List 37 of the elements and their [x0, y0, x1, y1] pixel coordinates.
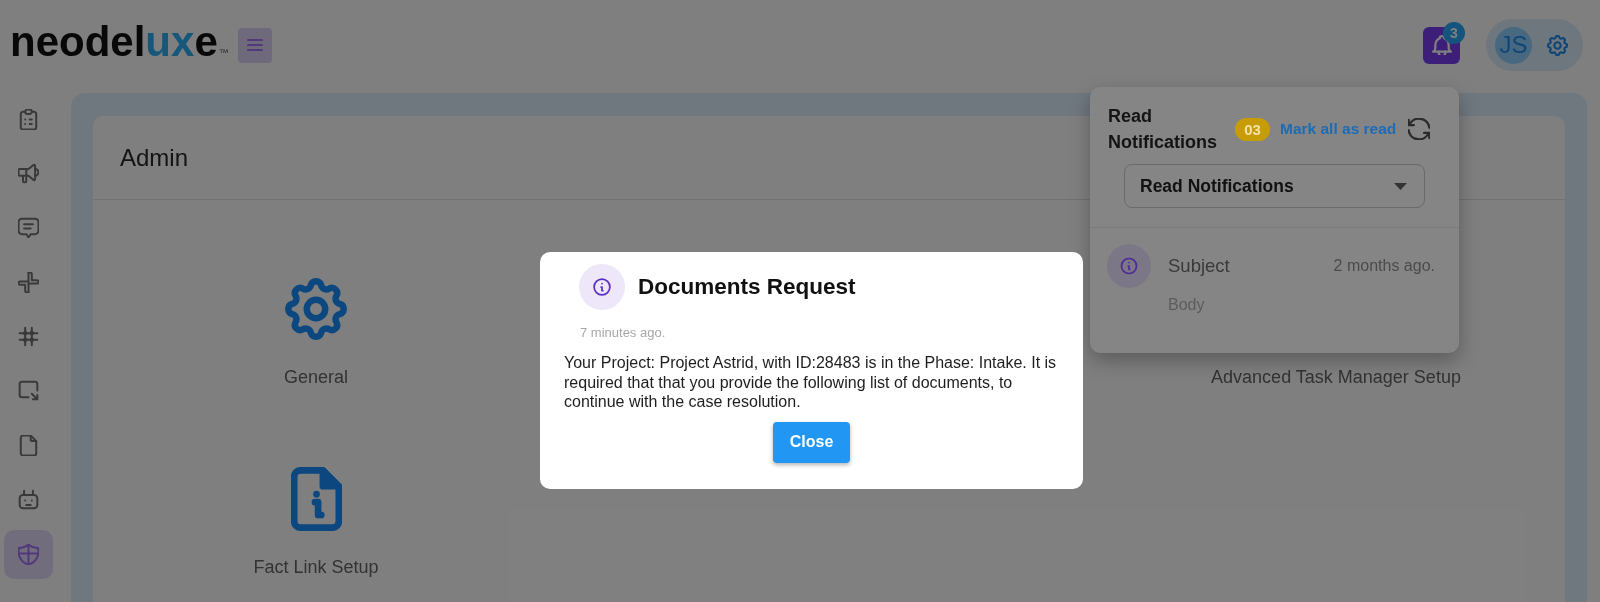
tile-label[interactable]: Advanced Task Manager Setup — [1211, 366, 1461, 388]
notification-subject[interactable]: Subject — [1168, 252, 1230, 280]
menu-button[interactable] — [237, 27, 272, 63]
modal-message: Your Project: Project Astrid, with ID:28483 is in the Phase: Intake. It is required that that you provide the following list of documents, to continue with the case resolution. — [564, 353, 1058, 412]
modal-title: Documents Request — [638, 273, 856, 301]
menu-icon — [246, 39, 263, 51]
modal-timestamp: 7 minutes ago. — [580, 325, 666, 341]
user-menu-button[interactable]: JS — [1486, 19, 1583, 71]
caret-down-icon — [1394, 182, 1407, 190]
clipboard-icon — [18, 108, 39, 130]
shield-icon — [18, 543, 39, 565]
unread-count-badge: 03 — [1235, 117, 1270, 141]
notification-filter-dropdown[interactable]: Read Notifications — [1124, 164, 1425, 208]
cross-icon — [18, 271, 39, 293]
notification-count-badge: 3 — [1443, 21, 1465, 44]
chat-icon — [18, 217, 39, 239]
tile-label[interactable]: General — [283, 366, 348, 388]
megaphone-icon — [18, 162, 39, 184]
robot-icon — [18, 489, 39, 511]
logo: neodeluxe™ — [10, 20, 229, 63]
sidebar-item[interactable] — [4, 529, 53, 579]
close-button[interactable]: Close — [772, 421, 851, 463]
window-arrow-icon — [18, 380, 39, 402]
tile-label[interactable]: Fact Link Setup — [253, 556, 379, 578]
gear-icon — [284, 277, 348, 341]
refresh-icon[interactable] — [1408, 118, 1431, 140]
settings-icon — [1547, 34, 1568, 56]
grid-icon — [18, 326, 39, 348]
document-info-icon — [290, 467, 342, 531]
panel-title: Read Notifications — [1108, 105, 1218, 154]
info-icon — [579, 264, 625, 310]
user-avatar: JS — [1495, 26, 1532, 64]
notification-time: 2 months ago. — [1333, 256, 1435, 276]
info-icon — [1107, 244, 1151, 288]
file-icon — [18, 434, 39, 456]
bell-icon — [1431, 35, 1452, 55]
page-title: Admin — [120, 143, 189, 172]
